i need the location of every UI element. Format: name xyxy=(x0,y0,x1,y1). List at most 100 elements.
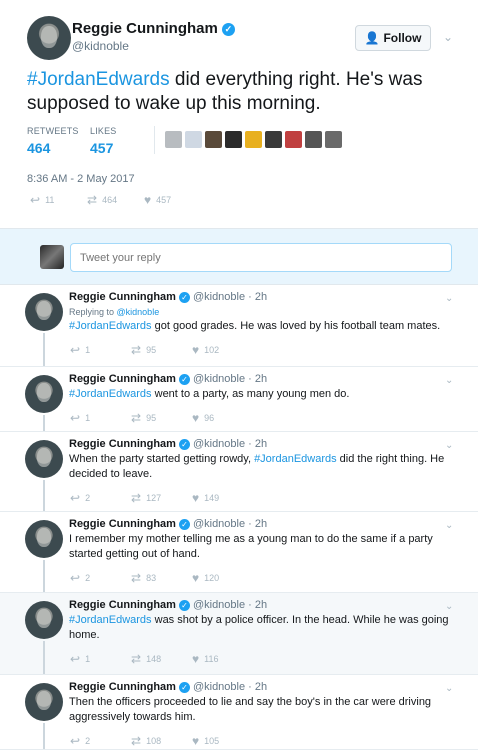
retweet-button[interactable]: ⇄ 127 xyxy=(131,491,192,505)
like-button[interactable]: ♥ 102 xyxy=(192,343,253,357)
heart-icon: ♥ xyxy=(192,491,200,505)
retweet-button[interactable]: ⇄ 108 xyxy=(131,734,192,748)
liker-avatar[interactable] xyxy=(305,131,322,148)
thread-line xyxy=(43,641,45,674)
retweet-button[interactable]: ⇄ 148 xyxy=(131,652,192,666)
like-button[interactable]: ♥ 105 xyxy=(192,734,253,748)
reply-button[interactable]: ↩ 2 xyxy=(70,734,131,748)
reply-handle[interactable]: @kidnoble · 2h xyxy=(193,599,267,611)
reply-author-name[interactable]: Reggie Cunningham xyxy=(69,518,176,530)
chevron-down-icon[interactable]: ⌄ xyxy=(443,30,453,44)
reply-button[interactable]: ↩ 1 xyxy=(70,411,131,425)
retweets-stat[interactable]: RETWEETS 464 xyxy=(27,126,79,156)
verified-badge-icon: ✓ xyxy=(221,23,235,36)
like-count: 96 xyxy=(204,413,215,423)
reply-author-name[interactable]: Reggie Cunningham xyxy=(69,373,176,385)
reply-handle[interactable]: @kidnoble · 2h xyxy=(193,681,267,693)
chevron-down-icon[interactable]: ⌄ xyxy=(445,601,453,612)
verified-badge-icon: ✓ xyxy=(178,600,190,611)
reply-button[interactable]: ↩ 2 xyxy=(70,491,131,505)
liker-avatar[interactable] xyxy=(265,131,282,148)
reply-handle[interactable]: @kidnoble · 2h xyxy=(193,291,267,303)
reply-avatar[interactable] xyxy=(25,293,63,331)
reply-handle[interactable]: @kidnoble · 2h xyxy=(193,518,267,530)
chevron-down-icon[interactable]: ⌄ xyxy=(445,683,453,694)
author-name-text[interactable]: Reggie Cunningham xyxy=(72,20,218,37)
reply-button[interactable]: ↩ 1 xyxy=(70,652,131,666)
like-button[interactable]: ♥ 457 xyxy=(144,193,201,207)
reply-handle[interactable]: @kidnoble · 2h xyxy=(193,373,267,385)
thread-line xyxy=(43,333,45,366)
retweet-button[interactable]: ⇄ 464 xyxy=(87,193,144,207)
reply-handle[interactable]: @kidnoble · 2h xyxy=(193,438,267,450)
follow-button[interactable]: 👤 Follow xyxy=(355,25,431,51)
likes-stat[interactable]: LIKES 457 xyxy=(90,126,117,156)
follow-label: Follow xyxy=(383,31,422,45)
mention-link[interactable]: @kidnoble xyxy=(117,307,160,317)
reply-input[interactable] xyxy=(70,243,452,272)
reply-icon: ↩ xyxy=(70,734,81,748)
reply-author-name[interactable]: Reggie Cunningham xyxy=(69,681,176,693)
reply-tweet[interactable]: ⌄ Reggie Cunningham ✓ @kidnoble · 2h Then … xyxy=(0,675,478,750)
retweet-button[interactable]: ⇄ 95 xyxy=(131,411,192,425)
reply-tweet[interactable]: ⌄ Reggie Cunningham ✓ @kidnoble · 2h Reply… xyxy=(0,285,478,367)
like-count: 116 xyxy=(204,654,219,664)
reply-text: #JordanEdwards went to a party, as many … xyxy=(69,387,449,402)
like-button[interactable]: ♥ 120 xyxy=(192,571,253,585)
reply-tweet[interactable]: ⌄ Reggie Cunningham ✓ @kidnoble · 2h #Jord… xyxy=(0,367,478,432)
reply-button[interactable]: ↩ 11 xyxy=(30,193,87,207)
reply-thread: ⌄ Reggie Cunningham ✓ @kidnoble · 2h Reply… xyxy=(0,285,478,750)
like-button[interactable]: ♥ 116 xyxy=(192,652,253,666)
retweet-icon: ⇄ xyxy=(131,411,142,425)
reply-button[interactable]: ↩ 1 xyxy=(70,343,131,357)
chevron-down-icon[interactable]: ⌄ xyxy=(445,375,453,386)
like-button[interactable]: ♥ 96 xyxy=(192,411,253,425)
reply-avatar[interactable] xyxy=(25,440,63,478)
liker-avatar[interactable] xyxy=(185,131,202,148)
liker-avatar[interactable] xyxy=(285,131,302,148)
hashtag-link[interactable]: #JordanEdwards xyxy=(27,69,170,90)
chevron-down-icon[interactable]: ⌄ xyxy=(445,440,453,451)
main-tweet-actions: ↩ 11 ⇄ 464 ♥ 457 xyxy=(30,193,201,207)
timestamp[interactable]: 8:36 AM - 2 May 2017 xyxy=(27,173,135,185)
chevron-down-icon[interactable]: ⌄ xyxy=(445,520,453,531)
liker-avatar[interactable] xyxy=(245,131,262,148)
author-avatar[interactable] xyxy=(27,16,71,60)
liker-avatar[interactable] xyxy=(225,131,242,148)
retweets-label: RETWEETS xyxy=(27,126,79,136)
likes-label: LIKES xyxy=(90,126,117,136)
reply-author-name[interactable]: Reggie Cunningham xyxy=(69,438,176,450)
author-name[interactable]: Reggie Cunningham ✓ xyxy=(72,20,235,37)
retweets-value: 464 xyxy=(27,140,51,156)
replying-to: Replying to @kidnoble xyxy=(69,307,459,317)
reply-avatar[interactable] xyxy=(25,601,63,639)
hashtag-link[interactable]: #JordanEdwards xyxy=(69,388,152,400)
chevron-down-icon[interactable]: ⌄ xyxy=(445,293,453,304)
retweet-button[interactable]: ⇄ 95 xyxy=(131,343,192,357)
reply-author-name[interactable]: Reggie Cunningham xyxy=(69,599,176,611)
retweet-button[interactable]: ⇄ 83 xyxy=(131,571,192,585)
reply-text: When the party started getting rowdy, #J… xyxy=(69,452,449,482)
hashtag-link[interactable]: #JordanEdwards xyxy=(69,320,152,332)
liker-avatar[interactable] xyxy=(325,131,342,148)
heart-icon: ♥ xyxy=(144,193,152,207)
like-count: 457 xyxy=(156,195,172,205)
reply-tweet[interactable]: ⌄ Reggie Cunningham ✓ @kidnoble · 2h I rem… xyxy=(0,512,478,593)
reply-avatar[interactable] xyxy=(25,375,63,413)
hashtag-link[interactable]: #JordanEdwards xyxy=(254,453,337,465)
reply-author-name[interactable]: Reggie Cunningham xyxy=(69,291,176,303)
reply-tweet[interactable]: ⌄ Reggie Cunningham ✓ @kidnoble · 2h When … xyxy=(0,432,478,512)
reply-avatar[interactable] xyxy=(25,520,63,558)
reply-tweet[interactable]: ⌄ Reggie Cunningham ✓ @kidnoble · 2h #Jord… xyxy=(0,593,478,675)
like-count: 105 xyxy=(204,736,220,746)
liker-avatar[interactable] xyxy=(205,131,222,148)
hashtag-link[interactable]: #JordanEdwards xyxy=(69,614,152,626)
like-button[interactable]: ♥ 149 xyxy=(192,491,253,505)
liker-avatar[interactable] xyxy=(165,131,182,148)
tweet-stats: RETWEETS 464 LIKES 457 xyxy=(27,126,447,156)
verified-badge-icon: ✓ xyxy=(178,519,190,530)
author-handle[interactable]: @kidnoble xyxy=(72,39,129,53)
reply-avatar[interactable] xyxy=(25,683,63,721)
reply-button[interactable]: ↩ 2 xyxy=(70,571,131,585)
reply-text-prefix: When the party started getting rowdy, xyxy=(69,453,255,465)
